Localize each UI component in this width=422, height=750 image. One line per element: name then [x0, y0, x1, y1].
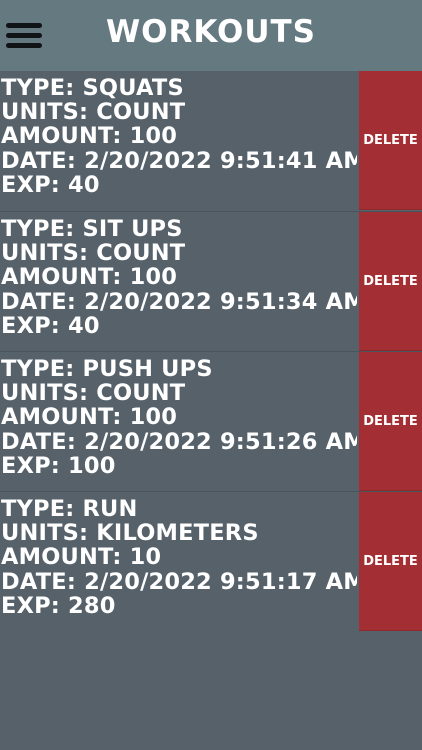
workout-exp: EXP: 40 [1, 171, 100, 198]
workout-date: DATE: 2/20/2022 9:51:34 AM [1, 288, 357, 315]
workout-info: TYPE: RUN UNITS: KILOMETERS AMOUNT: 10 D… [1, 497, 357, 618]
workout-info: TYPE: PUSH UPS UNITS: COUNT AMOUNT: 100 … [1, 357, 357, 478]
workout-date: DATE: 2/20/2022 9:51:26 AM [1, 428, 357, 455]
workout-exp: EXP: 280 [1, 592, 116, 619]
delete-button[interactable]: DELETE [359, 352, 422, 491]
workout-amount: AMOUNT: 100 [1, 404, 178, 431]
delete-button[interactable]: DELETE [359, 212, 422, 351]
app-header: WORKOUTS [0, 0, 422, 71]
workout-exp: EXP: 100 [1, 452, 116, 479]
workout-type: TYPE: SIT UPS [1, 217, 183, 242]
page-title: WORKOUTS [105, 14, 317, 50]
workout-units: UNITS: COUNT [1, 240, 186, 267]
workout-list: TYPE: SQUATS UNITS: COUNT AMOUNT: 100 DA… [0, 71, 422, 631]
workout-date: DATE: 2/20/2022 9:51:41 AM [1, 147, 357, 174]
workout-amount: AMOUNT: 100 [1, 264, 178, 291]
workout-type: TYPE: PUSH UPS [1, 357, 213, 382]
workout-units: UNITS: COUNT [1, 99, 186, 126]
workout-info: TYPE: SQUATS UNITS: COUNT AMOUNT: 100 DA… [1, 76, 357, 197]
workout-amount: AMOUNT: 10 [1, 544, 162, 571]
workout-date: DATE: 2/20/2022 9:51:17 AM [1, 568, 357, 595]
delete-button[interactable]: DELETE [359, 71, 422, 210]
workout-type: TYPE: SQUATS [1, 76, 184, 101]
workout-units: UNITS: KILOMETERS [1, 520, 259, 547]
workout-row: TYPE: SIT UPS UNITS: COUNT AMOUNT: 100 D… [0, 211, 422, 351]
workout-row: TYPE: RUN UNITS: KILOMETERS AMOUNT: 10 D… [0, 491, 422, 631]
workout-amount: AMOUNT: 100 [1, 123, 178, 150]
workout-row: TYPE: PUSH UPS UNITS: COUNT AMOUNT: 100 … [0, 351, 422, 491]
workout-type: TYPE: RUN [1, 497, 138, 522]
workout-exp: EXP: 40 [1, 312, 100, 339]
workout-units: UNITS: COUNT [1, 380, 186, 407]
delete-button[interactable]: DELETE [359, 492, 422, 631]
workout-info: TYPE: SIT UPS UNITS: COUNT AMOUNT: 100 D… [1, 217, 357, 338]
workout-row: TYPE: SQUATS UNITS: COUNT AMOUNT: 100 DA… [0, 71, 422, 211]
